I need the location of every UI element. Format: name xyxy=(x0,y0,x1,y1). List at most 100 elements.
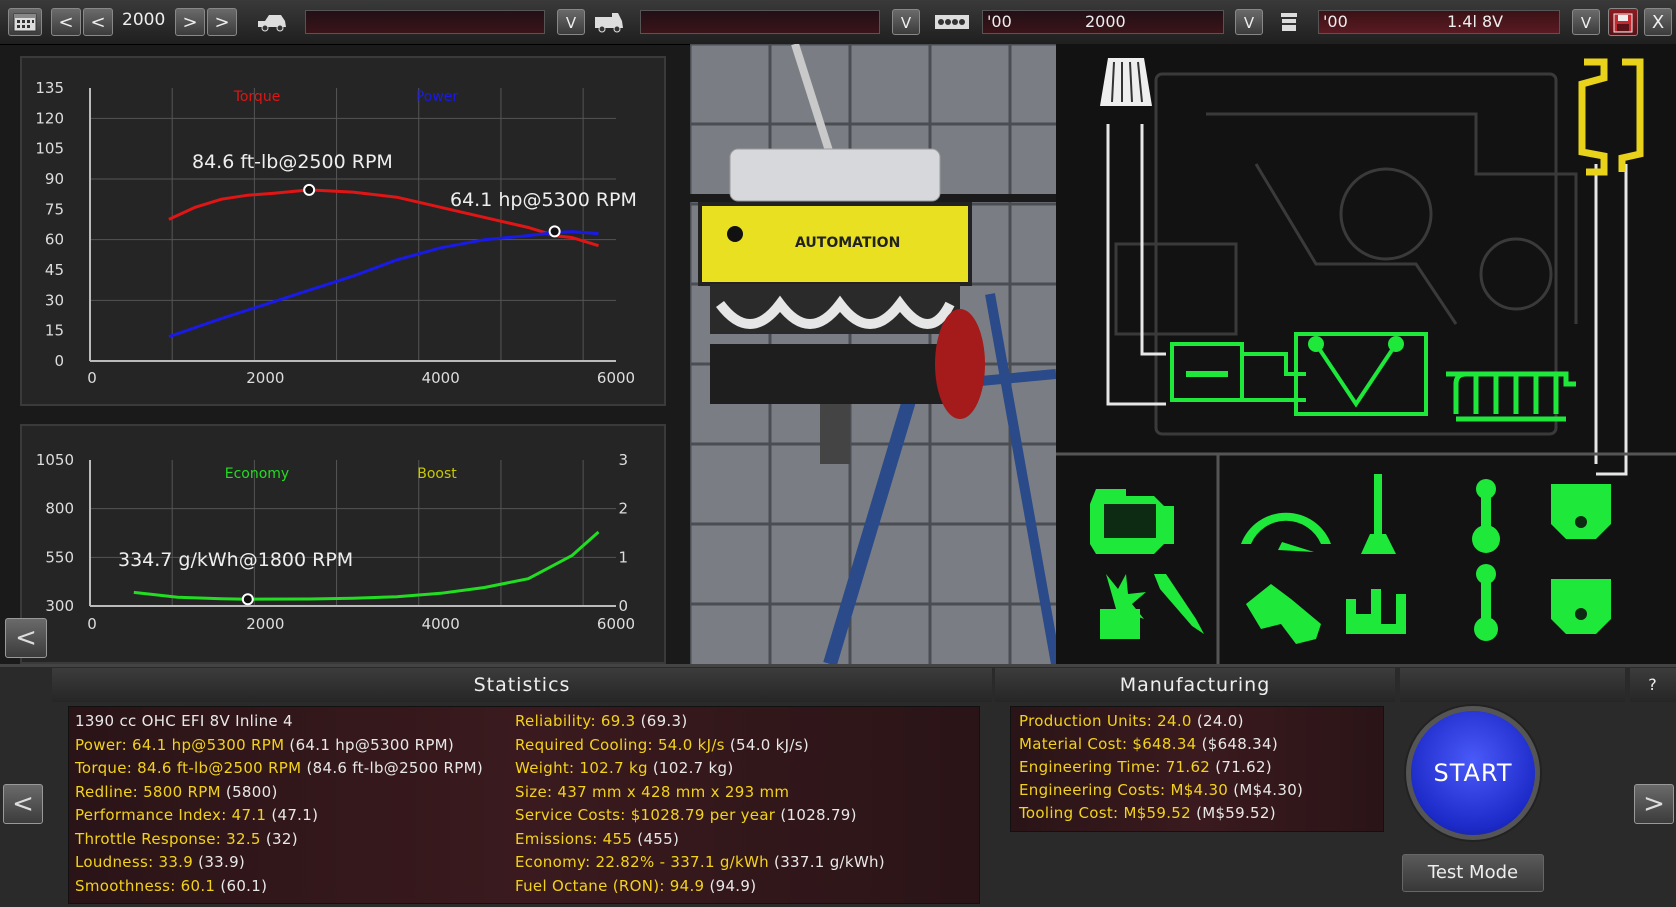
engine-family-field[interactable]: '00 2000 xyxy=(982,10,1224,34)
engine-family-dropdown-button[interactable]: V xyxy=(1235,9,1263,35)
stat-row: Engineering Time: 71.62 (71.62) xyxy=(1019,758,1272,776)
close-button[interactable]: X xyxy=(1644,8,1672,36)
crankshaft-icon[interactable] xyxy=(1346,589,1406,634)
start-button[interactable]: START xyxy=(1406,706,1540,840)
intake-manifold-icon[interactable] xyxy=(1294,332,1428,416)
y-tick-label: 90 xyxy=(45,170,64,188)
ignition-icon[interactable] xyxy=(1100,574,1146,639)
year-prev-button[interactable]: < xyxy=(83,8,113,36)
stat-value: (337.1 g/kWh) xyxy=(768,853,885,871)
y-tick-label-left: 800 xyxy=(45,500,74,518)
stat-row: Economy: 22.82% - 337.1 g/kWh (337.1 g/k… xyxy=(515,853,885,871)
piston-2-icon[interactable] xyxy=(1551,579,1611,634)
tuning-wrench-icon[interactable] xyxy=(1246,584,1321,644)
stat-label: Loudness: 33.9 xyxy=(75,853,194,871)
stat-row: Redline: 5800 RPM (5800) xyxy=(75,783,278,801)
fuel-injector-icon[interactable] xyxy=(1154,574,1204,634)
engine-family-name: 2000 xyxy=(1085,12,1126,31)
stat-label: Emissions: 455 xyxy=(515,829,633,848)
stat-row: Performance Index: 47.1 (47.1) xyxy=(75,806,318,824)
next-page-button[interactable]: > xyxy=(1634,784,1674,824)
stat-value: (64.1 hp@5300 RPM) xyxy=(284,735,455,754)
connecting-rod-icon[interactable] xyxy=(1472,479,1500,553)
x-tick-label: 2000 xyxy=(246,369,284,387)
piston-icon[interactable] xyxy=(1551,484,1611,539)
stat-label: Size: 437 mm x 428 mm x 293 mm xyxy=(515,782,790,801)
torque-power-chart-panel: 135 120 105 90 75 60 45 30 15 0 0 2000 4000 6000 Torqu… xyxy=(20,56,666,406)
stat-label: Engineering Costs: M$4.30 xyxy=(1019,781,1229,799)
stat-value: (M$59.52) xyxy=(1191,804,1276,822)
stat-row: Engineering Costs: M$4.30 (M$4.30) xyxy=(1019,781,1303,799)
stat-label: Engineering Time: 71.62 xyxy=(1019,758,1211,776)
throttle-body-icon[interactable] xyxy=(1170,342,1306,402)
year-next-far-button[interactable]: > xyxy=(207,8,237,36)
stat-row: Material Cost: $648.34 ($648.34) xyxy=(1019,735,1278,753)
stat-value: (94.9) xyxy=(704,876,757,895)
power-peak-label: 64.1 hp@5300 RPM xyxy=(450,189,637,211)
x-tick-label: 6000 xyxy=(597,369,635,387)
engine-variant-dropdown-button[interactable]: V xyxy=(1572,9,1600,35)
legend-boost: Boost xyxy=(417,466,457,482)
engine-schematic-panel xyxy=(1056,44,1676,664)
help-button[interactable]: ? xyxy=(1630,668,1676,702)
air-filter-icon[interactable] xyxy=(1100,58,1152,106)
y-tick-label: 45 xyxy=(45,261,64,279)
engine-variant-icon xyxy=(1275,9,1303,35)
stat-row: Power: 64.1 hp@5300 RPM (64.1 hp@5300 RP… xyxy=(75,736,454,754)
stat-label: Tooling Cost: M$59.52 xyxy=(1019,804,1191,822)
y-tick-label-right: 2 xyxy=(618,500,628,518)
year-next-button[interactable]: > xyxy=(175,8,205,36)
stat-row: Torque: 84.6 ft-lb@2500 RPM (84.6 ft-lb@… xyxy=(75,759,483,777)
statistics-header: Statistics xyxy=(52,668,992,702)
engine-block-icon[interactable] xyxy=(1090,489,1174,554)
stat-value: (M$4.30) xyxy=(1228,781,1304,799)
exhaust-manifold-icon[interactable] xyxy=(1578,58,1644,176)
year-prev-far-button[interactable]: < xyxy=(51,8,81,36)
stat-value: (84.6 ft-lb@2500 RPM) xyxy=(301,759,483,777)
stat-row: Production Units: 24.0 (24.0) xyxy=(1019,712,1244,730)
engine-variant-name: 1.4l 8V xyxy=(1447,12,1504,31)
car-trim-field[interactable] xyxy=(640,10,880,34)
stat-label: Performance Index: 47.1 xyxy=(75,806,267,824)
stat-row: Service Costs: $1028.79 per year (1028.7… xyxy=(515,806,857,824)
car-model-field[interactable] xyxy=(305,10,545,34)
y-tick-label-left: 1050 xyxy=(36,451,74,469)
stat-row: Fuel Octane (RON): 94.9 (94.9) xyxy=(515,877,756,895)
y-tick-label-right: 3 xyxy=(618,451,628,469)
engine-family-icon xyxy=(933,9,971,35)
car-trim-dropdown-button[interactable]: V xyxy=(892,9,920,35)
stat-label: Redline: 5800 RPM xyxy=(75,782,221,801)
stat-label: Fuel Octane (RON): 94.9 xyxy=(515,876,705,895)
stat-label: Torque: 84.6 ft-lb@2500 RPM xyxy=(75,759,302,777)
stat-value: (5800) xyxy=(220,782,278,801)
legend-power: Power xyxy=(416,89,459,105)
connecting-rod-2-icon[interactable] xyxy=(1474,564,1498,641)
stat-label: Material Cost: $648.34 xyxy=(1019,735,1197,753)
engine-3d-view[interactable]: AUTOMATION xyxy=(690,44,1056,664)
y-tick-label: 15 xyxy=(45,322,64,340)
test-mode-button[interactable]: Test Mode xyxy=(1402,854,1544,892)
y-tick-label: 120 xyxy=(35,109,64,127)
exhaust-pipes-icon[interactable] xyxy=(1446,371,1576,422)
stat-row: Smoothness: 60.1 (60.1) xyxy=(75,877,267,895)
torque-power-chart: 135 120 105 90 75 60 45 30 15 0 0 2000 4000 6000 Torqu… xyxy=(35,79,637,387)
stat-label: Service Costs: $1028.79 per year xyxy=(515,806,776,824)
stat-value: (54.0 kJ/s) xyxy=(724,735,810,754)
stat-label: Weight: 102.7 kg xyxy=(515,759,648,777)
y-tick-label: 30 xyxy=(45,291,64,309)
stat-row: 1390 cc OHC EFI 8V Inline 4 xyxy=(75,712,293,730)
car-model-dropdown-button[interactable]: V xyxy=(557,9,585,35)
calendar-icon[interactable] xyxy=(8,8,42,36)
start-header xyxy=(1400,668,1625,702)
year-value: 2000 xyxy=(122,10,166,30)
back-button[interactable]: < xyxy=(5,618,47,658)
save-icon[interactable] xyxy=(1608,8,1638,36)
stat-label: Economy: 22.82% - 337.1 g/kWh xyxy=(515,853,769,871)
stat-value: (102.7 kg) xyxy=(647,759,734,777)
economy-min-label: 334.7 g/kWh@1800 RPM xyxy=(118,549,353,571)
prev-page-button[interactable]: < xyxy=(3,784,43,824)
valve-icon[interactable] xyxy=(1361,474,1396,554)
engine-variant-field[interactable]: '00 1.4l 8V xyxy=(1318,10,1560,34)
x-tick-label: 2000 xyxy=(246,615,284,633)
tachometer-icon[interactable] xyxy=(1241,512,1331,552)
